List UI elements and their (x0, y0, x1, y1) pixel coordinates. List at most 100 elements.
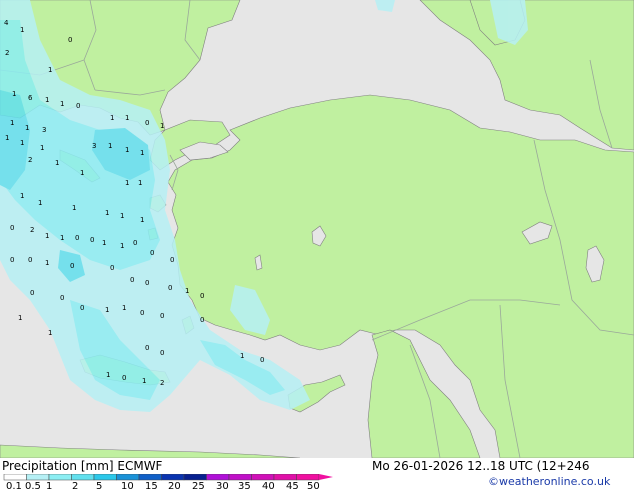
point-value-label: 0 (200, 292, 204, 300)
point-value-label: 0 (60, 294, 64, 302)
point-value-label: 0 (68, 36, 72, 44)
point-value-label: 1 (105, 306, 109, 314)
point-value-label: 1 (120, 212, 124, 220)
point-value-label: 1 (140, 216, 144, 224)
point-value-label: 1 (160, 122, 164, 130)
point-value-label: 0 (75, 234, 79, 242)
point-value-label: 1 (45, 259, 49, 267)
point-value-label: 0 (170, 256, 174, 264)
point-value-label: 2 (5, 49, 9, 57)
legend-label: 20 (168, 481, 181, 490)
legend-label: 1 (46, 481, 52, 490)
point-value-label: 1 (38, 199, 42, 207)
legend-swatch (48, 474, 72, 481)
point-value-label: 0 (168, 284, 172, 292)
legend-label: 15 (145, 481, 158, 490)
point-value-label: 0 (130, 276, 134, 284)
legend-swatch (228, 474, 252, 481)
point-value-label: 1 (48, 66, 52, 74)
color-legend: 0.1 0.5 1 2 5 10 15 20 25 30 35 40 45 50 (3, 474, 333, 490)
point-value-label: 0 (76, 102, 80, 110)
point-value-label: 1 (60, 100, 64, 108)
point-value-label: 1 (105, 209, 109, 217)
map-title: Precipitation [mm] ECMWF (2, 459, 163, 473)
legend-swatch (251, 474, 275, 481)
point-value-label: 1 (185, 287, 189, 295)
point-value-label: 0 (110, 264, 114, 272)
point-value-label: 1 (102, 239, 106, 247)
point-value-label: 0 (260, 356, 264, 364)
point-value-label: 1 (110, 114, 114, 122)
legend-arrow-tip (319, 474, 333, 480)
point-value-label: 0 (145, 279, 149, 287)
legend-swatch (138, 474, 162, 481)
point-value-label: 0 (145, 344, 149, 352)
point-value-label: 0 (70, 262, 74, 270)
legend-swatch (116, 474, 140, 481)
legend-swatch (183, 474, 207, 481)
point-value-label: 1 (45, 232, 49, 240)
point-value-label: 1 (60, 234, 64, 242)
point-value-label: 1 (25, 124, 29, 132)
legend-label: 40 (262, 481, 275, 490)
precipitation-map: 410211 6 1 1 011 31 10 111 3 1 1 12 111 11111 1 10 21 1 0 0… (0, 0, 634, 458)
legend-label: 50 (307, 481, 320, 490)
point-value-label: 0 (30, 289, 34, 297)
point-value-label: 1 (125, 114, 129, 122)
forecast-datetime: Mo 26-01-2026 12..18 UTC (12+246 (372, 459, 590, 473)
legend-label: 45 (286, 481, 299, 490)
legend-label: 30 (216, 481, 229, 490)
point-value-label: 1 (80, 169, 84, 177)
point-value-label: 0 (150, 249, 154, 257)
footer: Precipitation [mm] ECMWF Mo 26-01-2026 1… (0, 458, 634, 490)
point-value-label: 1 (125, 146, 129, 154)
point-value-label: 0 (133, 239, 137, 247)
point-value-label: 0 (10, 256, 14, 264)
legend-label: 35 (238, 481, 251, 490)
legend-swatch (93, 474, 117, 481)
legend-swatch (273, 474, 297, 481)
point-value-label: 6 (28, 94, 33, 102)
point-value-label: 1 (40, 144, 44, 152)
legend-label: 5 (96, 481, 102, 490)
point-value-label: 2 (30, 226, 34, 234)
point-value-label: 0 (90, 236, 94, 244)
point-value-label: 1 (48, 329, 52, 337)
point-value-label: 1 (20, 192, 24, 200)
point-value-label: 0 (140, 309, 144, 317)
point-value-label: 2 (160, 379, 164, 387)
point-value-label: 3 (42, 126, 46, 134)
point-value-label: 1 (10, 119, 14, 127)
legend-swatches (3, 474, 333, 481)
point-value-label: 1 (120, 242, 124, 250)
legend-label: 25 (192, 481, 205, 490)
point-value-label: 0 (80, 304, 84, 312)
point-value-label: 0 (28, 256, 32, 264)
legend-swatch (71, 474, 95, 481)
point-value-label: 1 (142, 377, 146, 385)
legend-swatch (296, 474, 320, 481)
point-value-label: 0 (200, 316, 204, 324)
point-value-label: 1 (125, 179, 129, 187)
point-value-label: 1 (45, 96, 49, 104)
point-value-label: 1 (108, 142, 112, 150)
legend-label: 2 (72, 481, 78, 490)
point-value-label: 1 (18, 314, 22, 322)
point-value-label: 1 (122, 304, 126, 312)
legend-labels: 0.1 0.5 1 2 5 10 15 20 25 30 35 40 45 50 (6, 481, 320, 490)
point-value-label: 1 (5, 134, 9, 142)
point-value-label: 1 (140, 149, 144, 157)
legend-swatch (26, 474, 50, 481)
point-value-label: 2 (28, 156, 32, 164)
point-value-label: 1 (106, 371, 110, 379)
legend-label: 0.5 (25, 481, 41, 490)
point-value-label: 3 (92, 142, 96, 150)
legend-label: 10 (121, 481, 134, 490)
point-value-label: 4 (4, 19, 9, 27)
point-value-label: 1 (240, 352, 244, 360)
point-value-label: 1 (72, 204, 76, 212)
legend-swatch (206, 474, 230, 481)
point-value-label: 1 (55, 159, 59, 167)
point-value-label: 0 (160, 349, 164, 357)
legend-swatch (3, 474, 27, 481)
